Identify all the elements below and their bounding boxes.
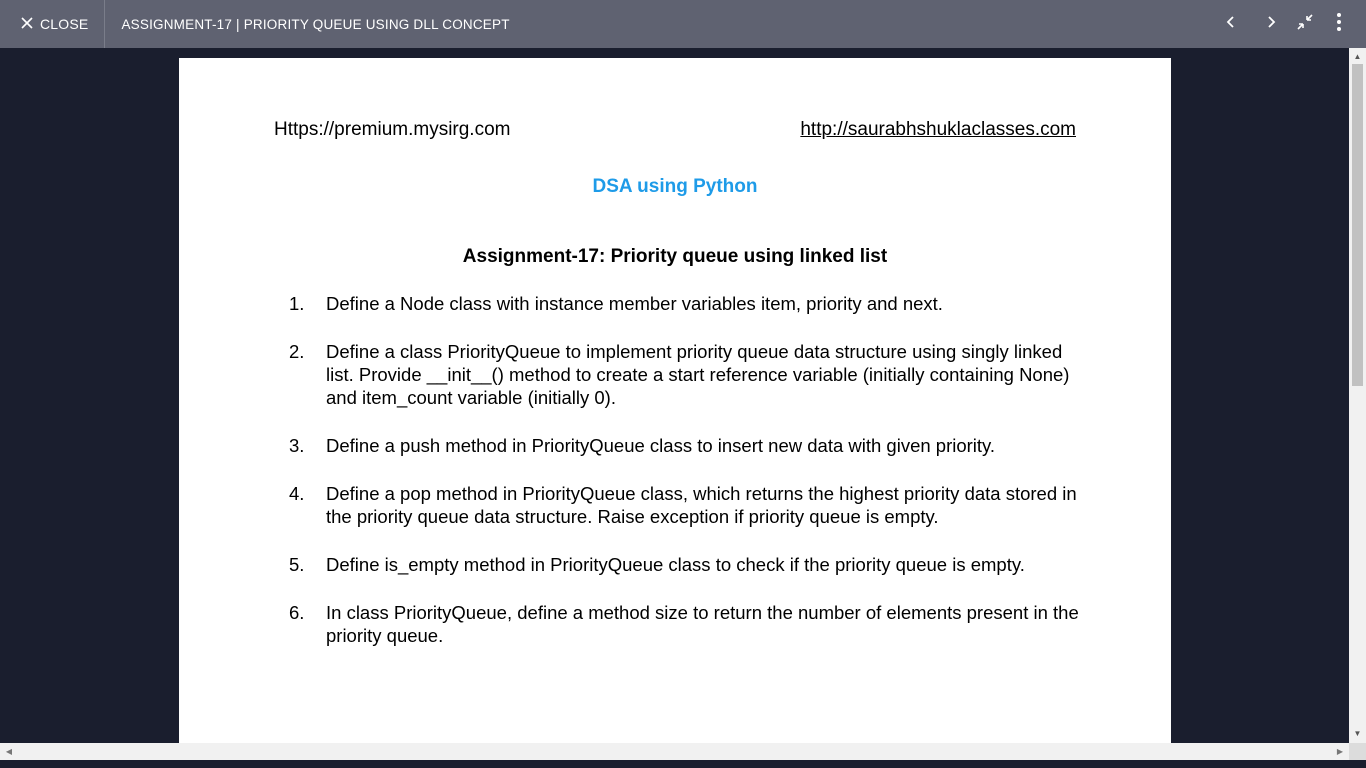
list-item-text: Define a pop method in PriorityQueue cla… xyxy=(326,483,1077,527)
header-right-link[interactable]: http://saurabhshuklaclasses.com xyxy=(800,119,1076,141)
scrollbar-corner xyxy=(1349,743,1366,760)
list-item-number: 4. xyxy=(289,483,305,504)
list-item-text: Define a Node class with instance member… xyxy=(326,293,943,314)
vertical-scroll-thumb[interactable] xyxy=(1352,64,1363,386)
list-item-text: In class PriorityQueue, define a method … xyxy=(326,602,1079,646)
close-icon xyxy=(20,16,34,33)
list-item-text: Define is_empty method in PriorityQueue … xyxy=(326,554,1025,575)
document-title: ASSIGNMENT-17 | PRIORITY QUEUE USING DLL… xyxy=(121,16,510,32)
assignment-title: Assignment-17: Priority queue using link… xyxy=(462,246,888,267)
bottom-strip xyxy=(0,760,1366,768)
course-subject: DSA using Python xyxy=(592,176,758,197)
list-item: 2. Define a class PriorityQueue to imple… xyxy=(289,340,1079,409)
more-options-button[interactable] xyxy=(1322,7,1356,41)
vertical-scrollbar[interactable]: ▲ ▼ xyxy=(1349,48,1366,743)
list-item-text: Define a class PriorityQueue to implemen… xyxy=(326,341,1070,408)
scroll-up-icon[interactable]: ▲ xyxy=(1349,50,1366,64)
chevron-left-icon xyxy=(1225,15,1237,34)
list-item-text: Define a push method in PriorityQueue cl… xyxy=(326,435,996,456)
document-page: Https://premium.mysirg.com http://saurab… xyxy=(179,58,1171,743)
list-item: 6. In class PriorityQueue, define a meth… xyxy=(289,601,1079,647)
scroll-left-icon[interactable]: ◀ xyxy=(2,743,16,760)
list-item: 1. Define a Node class with instance mem… xyxy=(289,292,1079,315)
previous-button[interactable] xyxy=(1214,7,1248,41)
close-button[interactable]: CLOSE xyxy=(0,0,106,48)
horizontal-scrollbar[interactable]: ◀ ▶ xyxy=(0,743,1349,760)
close-label: CLOSE xyxy=(40,16,89,32)
scroll-down-icon[interactable]: ▼ xyxy=(1349,727,1366,741)
list-item: 3. Define a push method in PriorityQueue… xyxy=(289,434,1079,457)
header-left-url: Https://premium.mysirg.com xyxy=(274,119,511,140)
list-item-number: 1. xyxy=(289,293,305,314)
more-vertical-icon xyxy=(1336,12,1342,37)
list-item: 4. Define a pop method in PriorityQueue … xyxy=(289,482,1079,528)
next-button[interactable] xyxy=(1254,7,1288,41)
list-item-number: 6. xyxy=(289,602,305,623)
exit-fullscreen-icon xyxy=(1295,12,1315,37)
list-item-number: 5. xyxy=(289,554,305,575)
topbar-actions xyxy=(1214,0,1356,48)
scroll-right-icon[interactable]: ▶ xyxy=(1333,743,1347,760)
list-item: 5. Define is_empty method in PriorityQue… xyxy=(289,553,1079,576)
document-viewer[interactable]: Https://premium.mysirg.com http://saurab… xyxy=(0,48,1349,743)
viewer-topbar: CLOSE ASSIGNMENT-17 | PRIORITY QUEUE USI… xyxy=(0,0,1366,48)
chevron-right-icon xyxy=(1265,15,1277,34)
list-item-number: 3. xyxy=(289,435,305,456)
task-list: 1. Define a Node class with instance mem… xyxy=(289,292,1079,672)
list-item-number: 2. xyxy=(289,341,305,362)
exit-fullscreen-button[interactable] xyxy=(1288,7,1322,41)
